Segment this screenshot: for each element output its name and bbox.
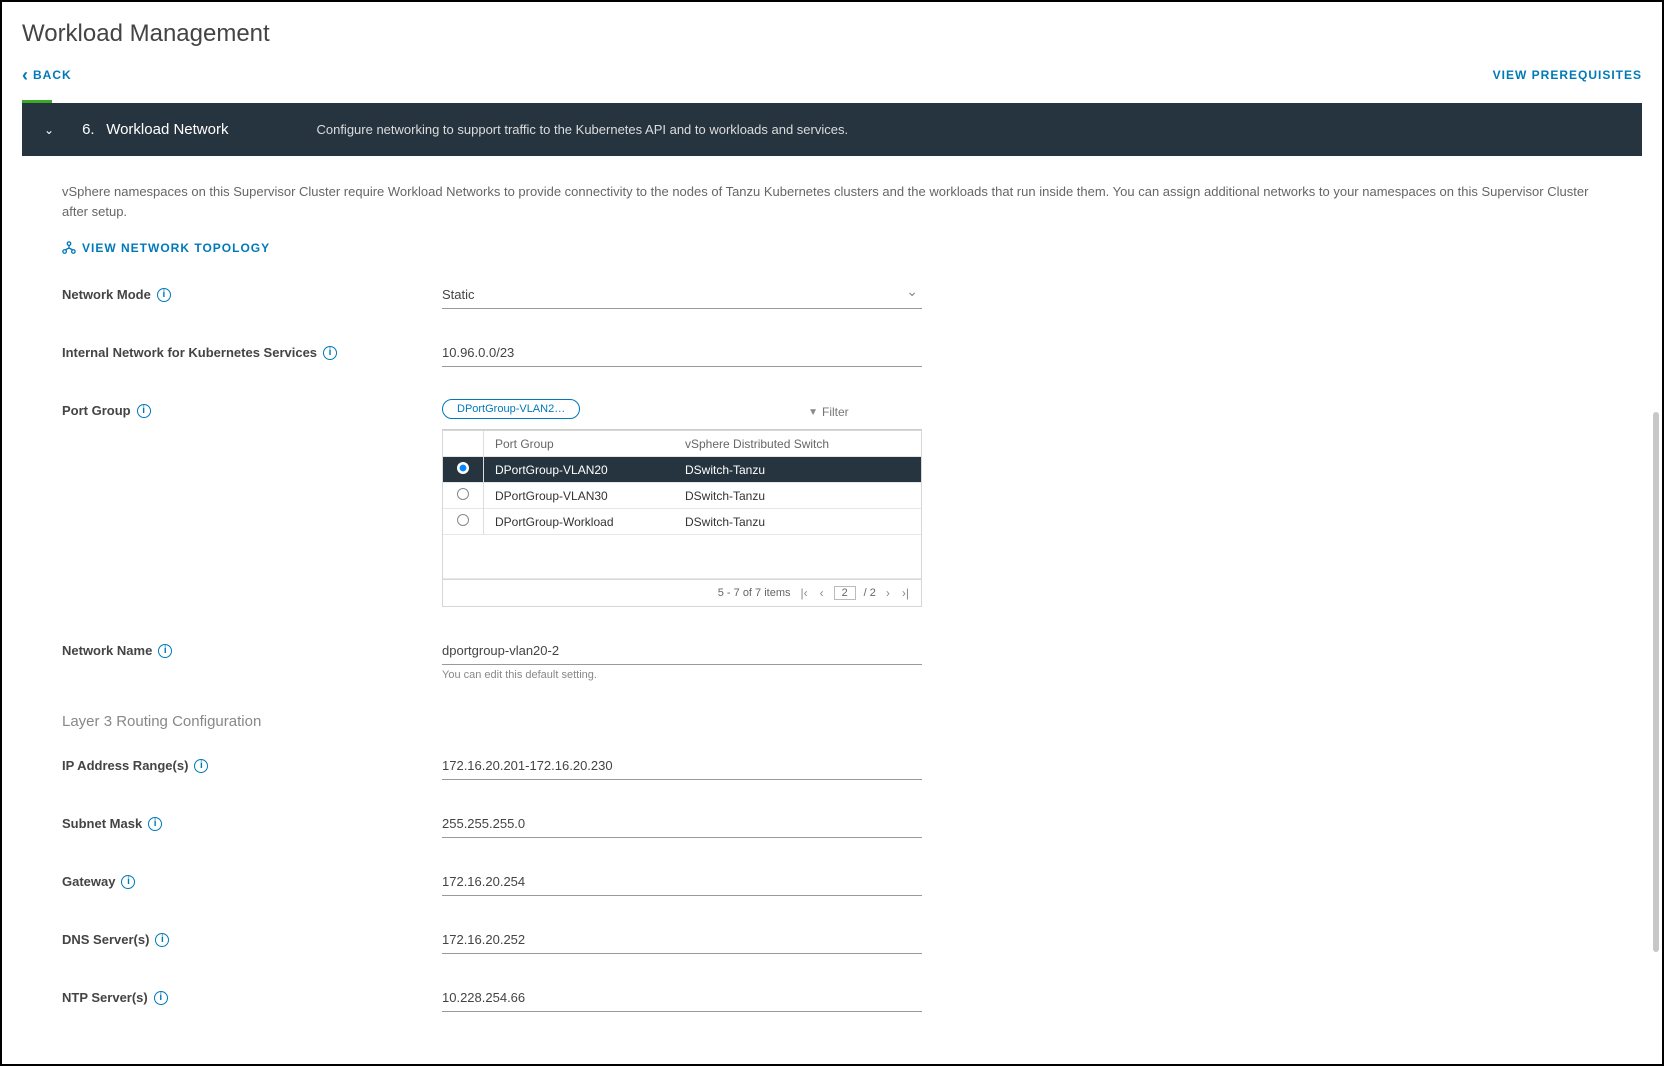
radio-icon[interactable] (457, 514, 469, 526)
content-area: vSphere namespaces on this Supervisor Cl… (2, 156, 1662, 1016)
info-icon[interactable]: i (148, 817, 162, 831)
radio-icon[interactable] (457, 488, 469, 500)
pg-switch: DSwitch-Tanzu (679, 515, 921, 529)
info-icon[interactable]: i (323, 346, 337, 360)
view-network-topology-link[interactable]: VIEW NETWORK TOPOLOGY (62, 241, 270, 255)
table-blank (443, 535, 921, 579)
info-icon[interactable]: i (157, 288, 171, 302)
internal-network-label: Internal Network for Kubernetes Services (62, 345, 317, 360)
network-name-input[interactable] (442, 639, 922, 665)
step-number: 6. (82, 121, 95, 138)
info-icon[interactable]: i (155, 933, 169, 947)
scrollbar-track (1653, 82, 1659, 1056)
subnet-mask-label: Subnet Mask (62, 816, 142, 831)
port-group-label: Port Group (62, 403, 131, 418)
internal-network-input[interactable] (442, 341, 922, 367)
page-first-icon[interactable]: |‹ (799, 586, 810, 600)
subnet-mask-input[interactable] (442, 812, 922, 838)
port-group-chip[interactable]: DPortGroup-VLAN2… (442, 399, 580, 419)
page-next-icon[interactable]: › (884, 586, 892, 600)
radio-icon[interactable] (457, 462, 469, 474)
network-mode-label: Network Mode (62, 287, 151, 302)
dns-servers-input[interactable] (442, 928, 922, 954)
col-vds: vSphere Distributed Switch (679, 437, 921, 451)
ntp-servers-label: NTP Server(s) (62, 990, 148, 1005)
pg-name: DPortGroup-Workload (489, 515, 679, 529)
intro-text: vSphere namespaces on this Supervisor Cl… (62, 182, 1602, 221)
page-prev-icon[interactable]: ‹ (818, 586, 826, 600)
info-icon[interactable]: i (121, 875, 135, 889)
page-current[interactable]: 2 (834, 586, 856, 600)
network-mode-select[interactable] (442, 283, 922, 309)
topology-label: VIEW NETWORK TOPOLOGY (82, 241, 270, 255)
port-group-table: Port Group vSphere Distributed Switch DP… (442, 430, 922, 607)
pg-name: DPortGroup-VLAN20 (489, 463, 679, 477)
filter-icon[interactable]: ▼ (808, 407, 818, 418)
back-button[interactable]: BACK (22, 68, 72, 82)
chevron-down-icon[interactable]: ⌄ (44, 123, 54, 137)
network-name-label: Network Name (62, 643, 152, 658)
info-icon[interactable]: i (158, 644, 172, 658)
ip-range-input[interactable] (442, 754, 922, 780)
l3-heading: Layer 3 Routing Configuration (62, 713, 1602, 730)
info-icon[interactable]: i (137, 404, 151, 418)
port-group-filter-input[interactable] (822, 405, 922, 419)
step-description: Configure networking to support traffic … (316, 122, 848, 137)
scrollbar-thumb[interactable] (1653, 412, 1659, 952)
info-icon[interactable]: i (194, 759, 208, 773)
gateway-label: Gateway (62, 874, 115, 889)
table-row[interactable]: DPortGroup-VLAN30 DSwitch-Tanzu (443, 483, 921, 509)
pg-switch: DSwitch-Tanzu (679, 463, 921, 477)
pg-name: DPortGroup-VLAN30 (489, 489, 679, 503)
col-port-group: Port Group (489, 437, 679, 451)
step-banner: ⌄ 6. Workload Network Configure networki… (22, 103, 1642, 156)
page-last-icon[interactable]: ›| (900, 586, 911, 600)
pg-switch: DSwitch-Tanzu (679, 489, 921, 503)
ntp-servers-input[interactable] (442, 986, 922, 1012)
step-title: Workload Network (106, 121, 228, 138)
gateway-input[interactable] (442, 870, 922, 896)
table-row[interactable]: DPortGroup-Workload DSwitch-Tanzu (443, 509, 921, 535)
info-icon[interactable]: i (154, 991, 168, 1005)
network-name-helper: You can edit this default setting. (442, 669, 922, 681)
view-prerequisites-link[interactable]: VIEW PREREQUISITES (1493, 68, 1642, 82)
topology-icon (62, 241, 76, 255)
page-title: Workload Management (2, 2, 1662, 60)
page-total: / 2 (864, 587, 876, 599)
table-row[interactable]: DPortGroup-VLAN20 DSwitch-Tanzu (443, 457, 921, 483)
pagination-range: 5 - 7 of 7 items (718, 587, 791, 599)
dns-servers-label: DNS Server(s) (62, 932, 149, 947)
ip-range-label: IP Address Range(s) (62, 758, 188, 773)
